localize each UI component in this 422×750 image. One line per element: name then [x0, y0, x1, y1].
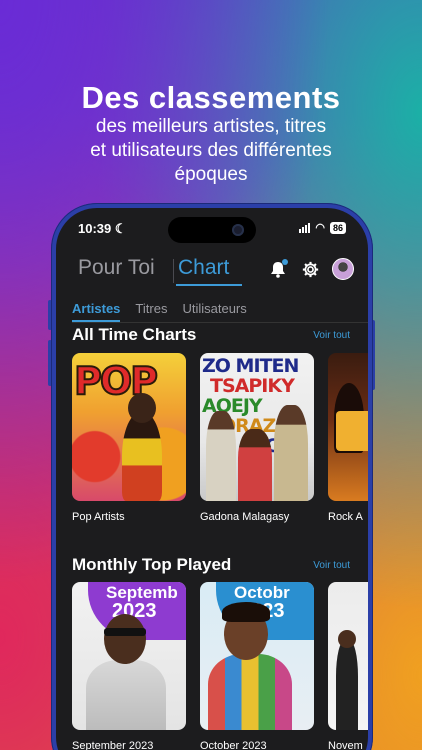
headline-subtitle-2: et utilisateurs des différentes	[90, 140, 332, 161]
tab-chart[interactable]: Chart	[178, 256, 229, 280]
section-title-monthly: Monthly Top Played	[72, 555, 232, 574]
card-rock[interactable]: Rock A	[328, 353, 368, 523]
signal-icon	[299, 222, 311, 233]
card-label: Rock A	[328, 511, 363, 523]
card-label: September 2023	[72, 740, 154, 750]
section-title-all-time: All Time Charts	[72, 325, 197, 344]
card-label: Novem	[328, 740, 363, 750]
status-icons: ◠ 86	[299, 221, 346, 234]
card-november[interactable]: Novem	[328, 582, 368, 750]
card-october-2023[interactable]: Octobr 2023 October 2023	[200, 582, 314, 750]
gear-icon[interactable]	[300, 259, 320, 279]
card-september-2023[interactable]: Septemb 2023 September 2023	[72, 582, 186, 750]
headline: Des classements des meilleurs artistes, …	[0, 82, 422, 186]
monthly-row: Septemb 2023 September 2023 Octobr 2023	[72, 582, 368, 750]
card-label: October 2023	[200, 740, 267, 750]
october-cover: Octobr 2023	[200, 582, 314, 730]
headline-title: Des classements	[81, 80, 341, 115]
headline-subtitle-3: époques	[174, 164, 248, 185]
notification-dot	[282, 259, 288, 265]
subtabs-divider	[72, 322, 368, 323]
sub-tabs: Artistes Titres Utilisateurs	[72, 301, 247, 322]
subtab-titres[interactable]: Titres	[135, 301, 167, 322]
all-time-row: POP Pop Artists ZO MITEN TSAPIKY AOEJY O…	[72, 353, 368, 523]
see-all-monthly[interactable]: Voir tout	[313, 560, 350, 571]
top-nav: Pour Toi Chart	[56, 254, 368, 288]
camera-icon	[232, 224, 244, 236]
card-label: Pop Artists	[72, 511, 125, 523]
phone-screen: 10:39 ☾ ◠ 86 Pour Toi Chart Artistes Tit…	[56, 208, 368, 750]
status-time: 10:39 ☾	[78, 221, 127, 236]
tab-chart-indicator	[176, 284, 242, 286]
battery-icon: 86	[329, 221, 346, 234]
bell-icon[interactable]	[268, 259, 288, 279]
headline-subtitle-1: des meilleurs artistes, titres	[95, 116, 327, 137]
nav-icons	[268, 258, 354, 280]
subtab-utilisateurs[interactable]: Utilisateurs	[182, 301, 246, 322]
rock-cover	[328, 353, 368, 501]
gadona-cover: ZO MITEN TSAPIKY AOEJY ORAZAN ECC	[200, 353, 314, 501]
card-pop-artists[interactable]: POP Pop Artists	[72, 353, 186, 523]
moon-icon: ☾	[114, 221, 127, 236]
see-all-all-time[interactable]: Voir tout	[313, 330, 350, 341]
wifi-icon: ◠	[315, 222, 325, 234]
tab-divider	[173, 259, 174, 283]
pop-artists-cover: POP	[72, 353, 186, 501]
card-gadona-malagasy[interactable]: ZO MITEN TSAPIKY AOEJY ORAZAN ECC Gadona…	[200, 353, 314, 523]
september-cover: Septemb 2023	[72, 582, 186, 730]
tab-for-you[interactable]: Pour Toi	[78, 256, 155, 280]
dynamic-island	[168, 217, 256, 243]
avatar[interactable]	[332, 258, 354, 280]
subtab-artistes[interactable]: Artistes	[72, 301, 121, 322]
card-label: Gadona Malagasy	[200, 511, 290, 523]
phone-frame: 10:39 ☾ ◠ 86 Pour Toi Chart Artistes Tit…	[51, 203, 373, 750]
november-cover	[328, 582, 368, 730]
